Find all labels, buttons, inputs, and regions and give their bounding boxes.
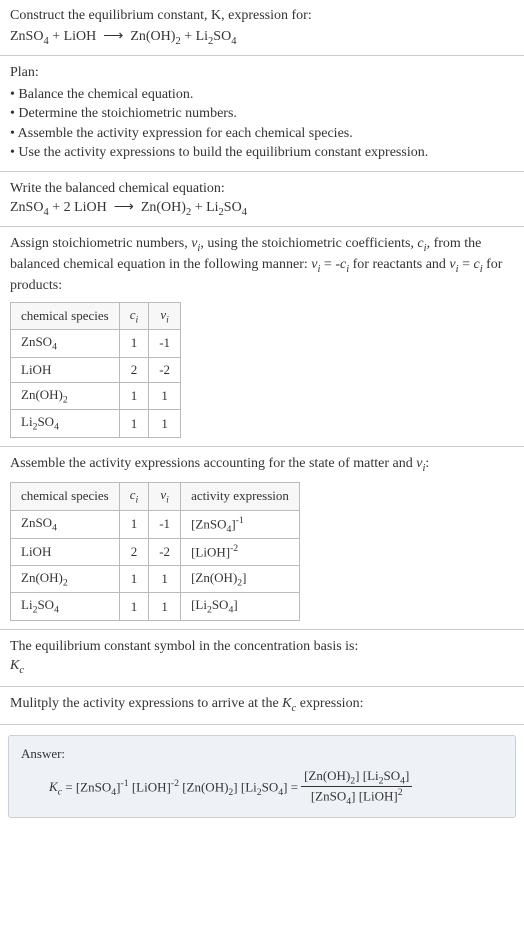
table-row: LiOH2-2[LiOH]-2 bbox=[11, 539, 300, 565]
cell-v: 1 bbox=[149, 410, 181, 438]
balanced-section: Write the balanced chemical equation: Zn… bbox=[0, 172, 524, 227]
plan-item-0: • Balance the chemical equation. bbox=[10, 85, 514, 105]
th-ci: ci bbox=[119, 302, 149, 330]
cell-activity: [LiOH]-2 bbox=[181, 539, 300, 565]
cell-c: 1 bbox=[119, 510, 149, 539]
table-row: LiOH2-2 bbox=[11, 357, 181, 382]
basis-symbol: Kc bbox=[10, 657, 514, 678]
basis-text: The equilibrium constant symbol in the c… bbox=[10, 638, 514, 657]
th-vi: νi bbox=[149, 482, 181, 510]
cell-c: 1 bbox=[119, 330, 149, 358]
multiply-text: Mulitply the activity expressions to arr… bbox=[10, 695, 514, 716]
cell-spec: ZnSO4 bbox=[11, 330, 120, 358]
kc-fraction: [Zn(OH)2] [Li2SO4] [ZnSO4] [LiOH]2 bbox=[301, 768, 412, 808]
cell-c: 2 bbox=[119, 539, 149, 565]
cell-v: 1 bbox=[149, 565, 181, 593]
th-vi: νi bbox=[149, 302, 181, 330]
stoich-table: chemical species ci νi ZnSO41-1 LiOH2-2 … bbox=[10, 302, 181, 438]
cell-c: 1 bbox=[119, 410, 149, 438]
cell-c: 2 bbox=[119, 357, 149, 382]
cell-activity: [Li2SO4] bbox=[181, 593, 300, 621]
stoich-section: Assign stoichiometric numbers, νi, using… bbox=[0, 227, 524, 447]
cell-activity: [ZnSO4]-1 bbox=[181, 510, 300, 539]
cell-v: 1 bbox=[149, 382, 181, 410]
table-header-row: chemical species ci νi activity expressi… bbox=[11, 482, 300, 510]
answer-expression: Kc = [ZnSO4]-1 [LiOH]-2 [Zn(OH)2] [Li2SO… bbox=[21, 768, 503, 808]
cell-spec: Li2SO4 bbox=[11, 593, 120, 621]
cell-v: -1 bbox=[149, 330, 181, 358]
kc-lhs: Kc = [ZnSO4]-1 [LiOH]-2 [Zn(OH)2] [Li2SO… bbox=[49, 778, 298, 798]
cell-v: 1 bbox=[149, 593, 181, 621]
table-row: Li2SO411[Li2SO4] bbox=[11, 593, 300, 621]
cell-spec: Li2SO4 bbox=[11, 410, 120, 438]
multiply-section: Mulitply the activity expressions to arr… bbox=[0, 687, 524, 725]
table-header-row: chemical species ci νi bbox=[11, 302, 181, 330]
stoich-text: Assign stoichiometric numbers, νi, using… bbox=[10, 235, 514, 296]
question-line1: Construct the equilibrium constant, K, e… bbox=[10, 8, 312, 23]
kc-denominator: [ZnSO4] [LiOH]2 bbox=[308, 787, 406, 807]
cell-spec: ZnSO4 bbox=[11, 510, 120, 539]
cell-spec: LiOH bbox=[11, 357, 120, 382]
cell-c: 1 bbox=[119, 593, 149, 621]
answer-label: Answer: bbox=[21, 746, 503, 762]
cell-c: 1 bbox=[119, 382, 149, 410]
question-equation: ZnSO4 + LiOH ⟶ Zn(OH)2 + Li2SO4 bbox=[10, 28, 514, 47]
cell-spec: Zn(OH)2 bbox=[11, 565, 120, 593]
cell-spec: Zn(OH)2 bbox=[11, 382, 120, 410]
plan-item-1: • Determine the stoichiometric numbers. bbox=[10, 104, 514, 124]
th-activity: activity expression bbox=[181, 482, 300, 510]
balanced-title: Write the balanced chemical equation: bbox=[10, 180, 514, 199]
balanced-equation: ZnSO4 + 2 LiOH ⟶ Zn(OH)2 + Li2SO4 bbox=[10, 199, 514, 218]
th-ci: ci bbox=[119, 482, 149, 510]
table-row: Li2SO411 bbox=[11, 410, 181, 438]
cell-v: -2 bbox=[149, 539, 181, 565]
table-row: ZnSO41-1[ZnSO4]-1 bbox=[11, 510, 300, 539]
table-row: Zn(OH)211[Zn(OH)2] bbox=[11, 565, 300, 593]
plan-item-2: • Assemble the activity expression for e… bbox=[10, 124, 514, 144]
cell-c: 1 bbox=[119, 565, 149, 593]
plan-item-3: • Use the activity expressions to build … bbox=[10, 143, 514, 163]
activity-table: chemical species ci νi activity expressi… bbox=[10, 482, 300, 621]
table-row: ZnSO41-1 bbox=[11, 330, 181, 358]
cell-spec: LiOH bbox=[11, 539, 120, 565]
plan-title: Plan: bbox=[10, 64, 514, 83]
question-section: Construct the equilibrium constant, K, e… bbox=[0, 0, 524, 56]
question-text: Construct the equilibrium constant, K, e… bbox=[10, 8, 514, 24]
th-species: chemical species bbox=[11, 482, 120, 510]
answer-box: Answer: Kc = [ZnSO4]-1 [LiOH]-2 [Zn(OH)2… bbox=[8, 735, 516, 819]
table-row: Zn(OH)211 bbox=[11, 382, 181, 410]
kc-numerator: [Zn(OH)2] [Li2SO4] bbox=[301, 768, 412, 788]
plan-section: Plan: • Balance the chemical equation. •… bbox=[0, 56, 524, 172]
activity-text: Assemble the activity expressions accoun… bbox=[10, 455, 514, 476]
cell-v: -1 bbox=[149, 510, 181, 539]
th-species: chemical species bbox=[11, 302, 120, 330]
answer-section: Answer: Kc = [ZnSO4]-1 [LiOH]-2 [Zn(OH)2… bbox=[0, 725, 524, 829]
cell-v: -2 bbox=[149, 357, 181, 382]
activity-section: Assemble the activity expressions accoun… bbox=[0, 447, 524, 630]
cell-activity: [Zn(OH)2] bbox=[181, 565, 300, 593]
basis-section: The equilibrium constant symbol in the c… bbox=[0, 630, 524, 687]
